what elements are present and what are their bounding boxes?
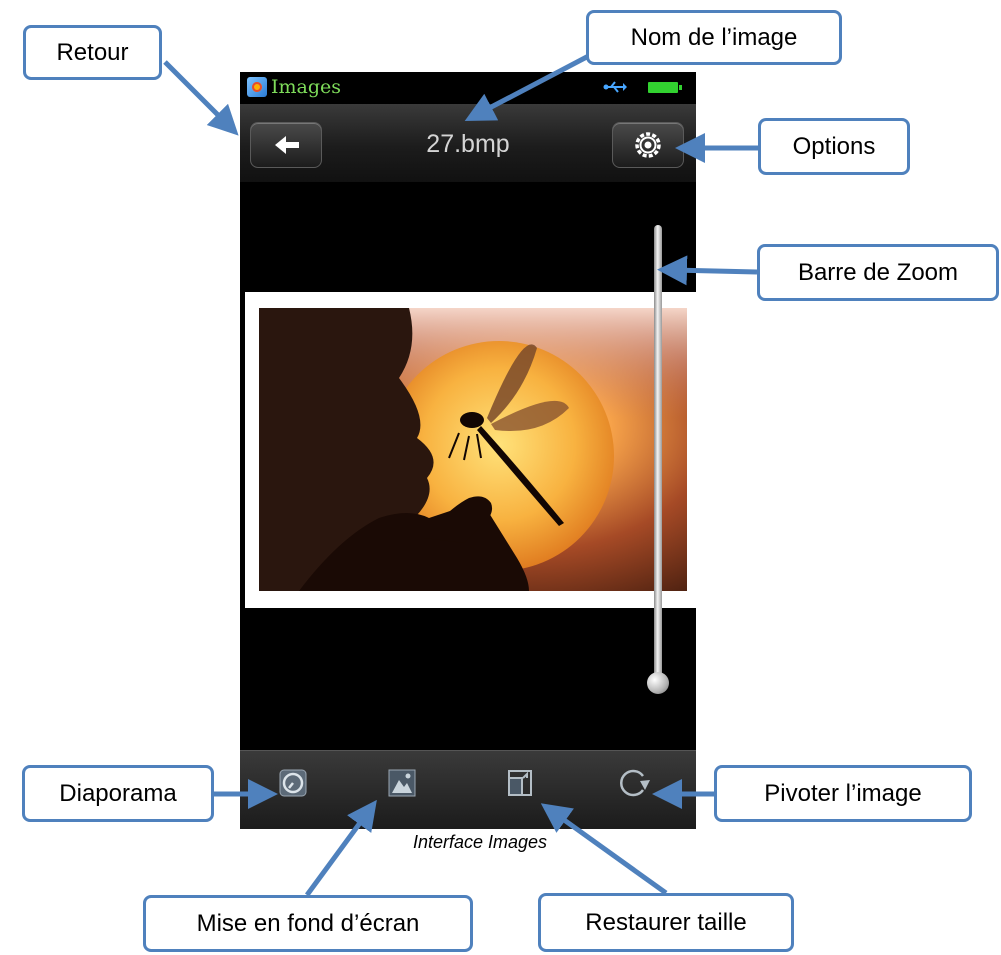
bottom-toolbar [240, 750, 696, 829]
gear-icon [635, 132, 661, 158]
zoom-handle[interactable] [647, 672, 669, 694]
restore-size-button[interactable] [505, 768, 535, 798]
callout-restore-size: Restaurer taille [538, 893, 794, 952]
app-name: Images [271, 76, 342, 98]
slideshow-icon [279, 769, 307, 797]
restore-size-icon [508, 770, 532, 796]
set-wallpaper-button[interactable] [387, 768, 417, 798]
back-button[interactable] [250, 122, 322, 168]
slideshow-button[interactable] [278, 768, 308, 798]
zoom-slider[interactable] [647, 225, 669, 705]
callout-options: Options [758, 118, 910, 175]
image-frame [245, 292, 696, 608]
image-name: 27.bmp [426, 130, 510, 158]
status-bar: Images [240, 72, 696, 104]
callout-slideshow: Diaporama [22, 765, 214, 822]
usb-icon [603, 81, 627, 93]
callout-back: Retour [23, 25, 162, 80]
callout-rotate: Pivoter l’image [714, 765, 972, 822]
left-arrow-icon [275, 136, 299, 154]
rotate-button[interactable] [618, 768, 650, 798]
dragonfly-photo [259, 308, 687, 591]
battery-icon [648, 82, 682, 93]
callout-wallpaper: Mise en fond d’écran [143, 895, 473, 952]
zoom-track[interactable] [654, 225, 662, 690]
figure-caption: Interface Images [412, 832, 548, 852]
images-app-icon [247, 77, 267, 97]
rotate-icon [620, 769, 650, 797]
wallpaper-icon [388, 769, 416, 797]
title-bar: 27.bmp [240, 104, 696, 182]
device-screen: Images 27.bmp [240, 72, 696, 829]
options-button[interactable] [612, 122, 684, 168]
displayed-image[interactable] [259, 308, 687, 591]
callout-zoom-bar: Barre de Zoom [757, 244, 999, 301]
callout-image-name: Nom de l’image [586, 10, 842, 65]
